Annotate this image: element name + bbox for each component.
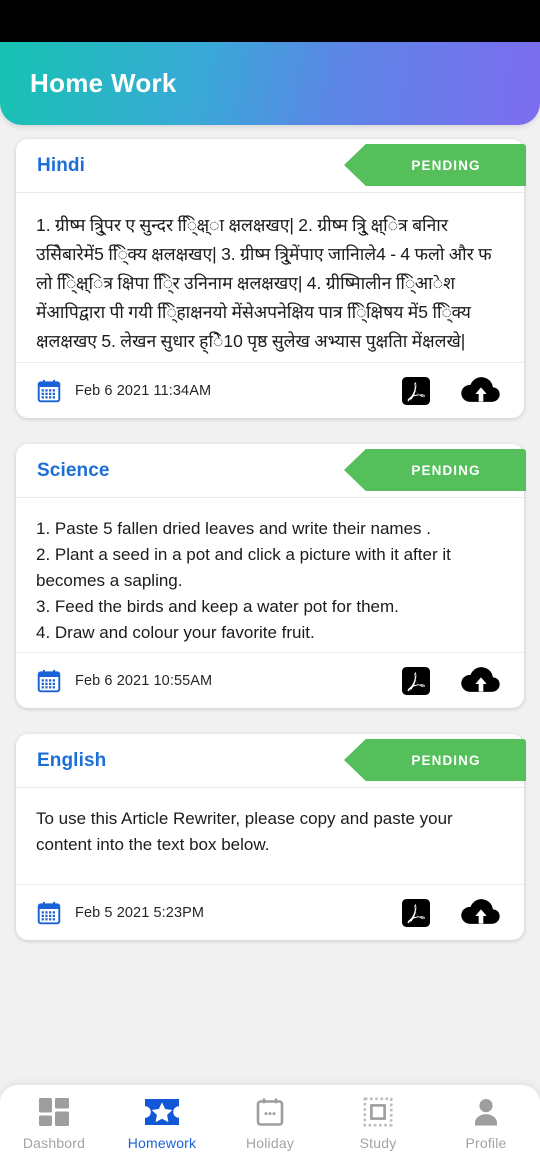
subject-title: English [37, 749, 107, 771]
calendar-icon [36, 668, 62, 694]
nav-label: Holiday [245, 1135, 295, 1151]
nav-label: Homework [127, 1135, 197, 1151]
nav-item-homework[interactable]: Homework [108, 1096, 216, 1151]
nav-item-study[interactable]: Study [324, 1096, 432, 1151]
cloud-upload-icon[interactable] [460, 374, 502, 408]
calendar-dots-icon [255, 1096, 285, 1128]
card-footer: Feb 6 2021 11:34AM [16, 362, 524, 418]
nav-item-profile[interactable]: Profile [432, 1096, 540, 1151]
card-header: Hindi PENDING [16, 139, 526, 193]
nav-label: Dashbord [22, 1135, 86, 1151]
homework-list[interactable]: Hindi PENDING 1. ग्रीष्म त्रि्ुपर ए सुन्… [0, 125, 540, 1085]
homework-date: Feb 6 2021 11:34AM [75, 382, 212, 399]
nav-item-holiday[interactable]: Holiday [216, 1096, 324, 1151]
pdf-icon[interactable] [400, 897, 432, 929]
homework-card[interactable]: English PENDING To use this Article Rewr… [16, 734, 526, 940]
status-badge: PENDING [344, 449, 526, 491]
app-bar: Home Work [0, 42, 540, 125]
nav-item-dashbord[interactable]: Dashbord [0, 1096, 108, 1151]
subject-title: Science [37, 459, 110, 481]
status-badge: PENDING [344, 739, 526, 781]
card-body: 1. ग्रीष्म त्रि्ुपर ए सुन्दर ि्िक्ष्ा क्… [16, 193, 524, 362]
cloud-upload-icon[interactable] [460, 664, 502, 698]
cloud-upload-icon[interactable] [460, 896, 502, 930]
ticket-star-icon [142, 1096, 182, 1128]
pdf-icon[interactable] [400, 665, 432, 697]
homework-description: To use this Article Rewriter, please cop… [36, 809, 453, 854]
homework-date: Feb 6 2021 10:55AM [75, 672, 213, 689]
person-icon [471, 1096, 501, 1128]
dashed-square-icon [363, 1096, 393, 1128]
calendar-icon [36, 378, 62, 404]
dashboard-grid-icon [38, 1096, 70, 1128]
homework-description: 1. Paste 5 fallen dried leaves and write… [36, 519, 451, 642]
homework-card[interactable]: Science PENDING 1. Paste 5 fallen dried … [16, 444, 526, 708]
status-badge: PENDING [344, 144, 526, 186]
homework-description: 1. ग्रीष्म त्रि्ुपर ए सुन्दर ि्िक्ष्ा क्… [36, 215, 492, 351]
nav-label: Profile [465, 1135, 507, 1151]
homework-date: Feb 5 2021 5:23PM [75, 904, 205, 921]
subject-title: Hindi [37, 154, 85, 176]
card-footer: Feb 6 2021 10:55AM [16, 652, 524, 708]
page-title: Home Work [30, 68, 177, 98]
card-body: 1. Paste 5 fallen dried leaves and write… [16, 498, 524, 652]
card-header: English PENDING [16, 734, 526, 788]
card-header: Science PENDING [16, 444, 526, 498]
bottom-navigation: Dashbord Homework Holiday Study Profile [0, 1085, 540, 1170]
homework-card[interactable]: Hindi PENDING 1. ग्रीष्म त्रि्ुपर ए सुन्… [16, 139, 526, 418]
card-footer: Feb 5 2021 5:23PM [16, 884, 524, 940]
calendar-icon [36, 900, 62, 926]
card-body: To use this Article Rewriter, please cop… [16, 788, 524, 884]
status-bar [0, 0, 540, 42]
nav-label: Study [359, 1135, 397, 1151]
pdf-icon[interactable] [400, 375, 432, 407]
